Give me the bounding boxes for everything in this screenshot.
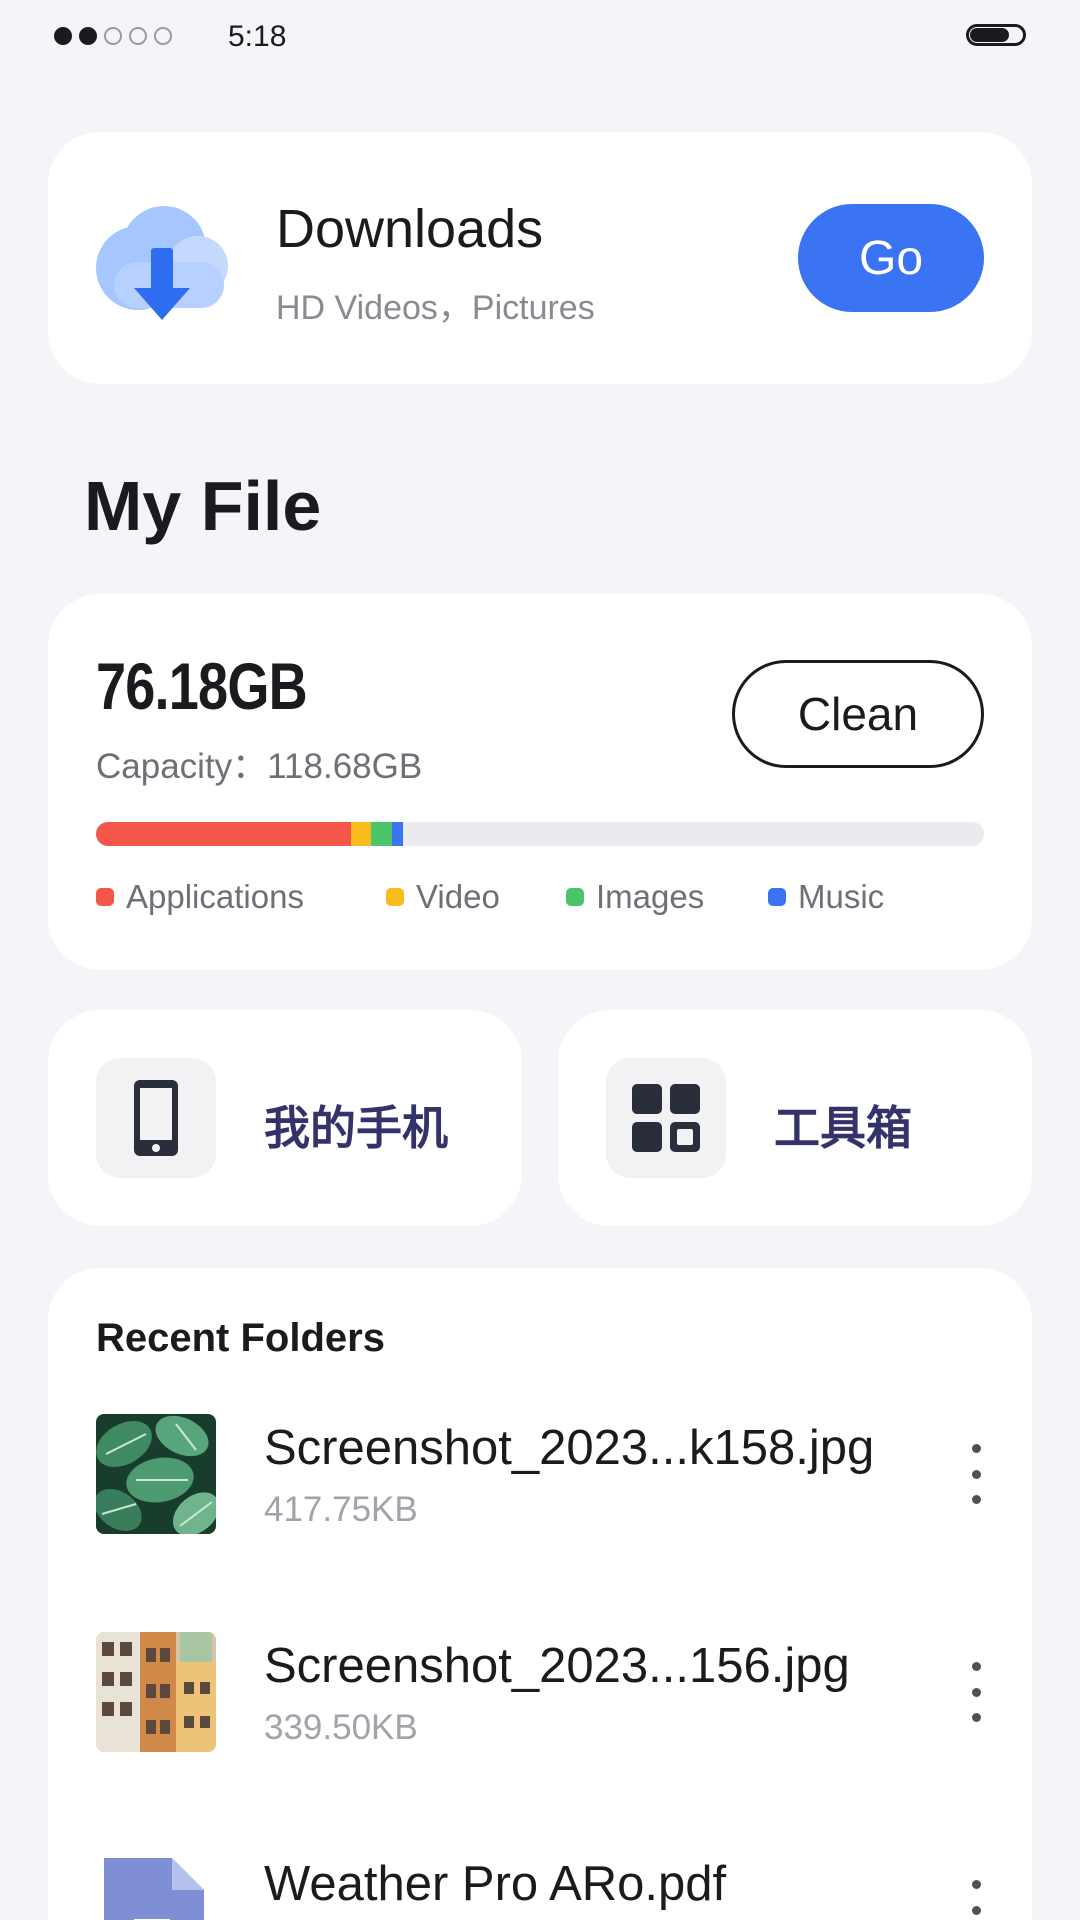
storage-used: 76.18GB: [96, 649, 308, 723]
signal-dot: [129, 27, 147, 45]
file-size: 339.50KB: [264, 1708, 418, 1747]
more-options-icon[interactable]: [956, 1444, 996, 1504]
legend-label: Music: [798, 878, 885, 915]
document-icon: [96, 1850, 216, 1920]
recent-folders-title: Recent Folders: [96, 1316, 385, 1360]
file-name: Screenshot_2023...156.jpg: [264, 1639, 850, 1693]
tile-icon-box: [606, 1058, 726, 1178]
legend-dot: [386, 888, 404, 906]
storage-capacity: Capacity：118.68GB: [96, 747, 423, 786]
list-item[interactable]: Screenshot_2023...k158.jpg 417.75KB: [48, 1414, 1032, 1544]
storage-legend: Applications Video Images Music: [96, 878, 984, 922]
leaves-thumbnail: [96, 1414, 216, 1534]
more-options-icon[interactable]: [956, 1662, 996, 1722]
go-button[interactable]: Go: [798, 204, 984, 312]
downloads-title: Downloads: [276, 199, 544, 259]
legend-label: Video: [416, 878, 500, 915]
storage-usage-bar: [96, 822, 984, 846]
my-phone-label: 我的手机: [264, 1101, 448, 1155]
signal-dot: [79, 27, 97, 45]
signal-dot: [154, 27, 172, 45]
file-name: Weather Pro ARo.pdf: [264, 1857, 727, 1911]
buildings-thumbnail: [96, 1632, 216, 1752]
legend-label: Images: [596, 878, 705, 915]
signal-strength-icon: [54, 27, 172, 45]
clean-button[interactable]: Clean: [732, 660, 984, 768]
downloads-card[interactable]: Downloads HD Videos，Pictures Go: [48, 132, 1032, 384]
page-title: My File: [84, 467, 322, 545]
storage-segment-video: [350, 822, 372, 846]
legend-item-images: Images: [566, 878, 704, 916]
storage-segment-applications: [96, 822, 351, 846]
legend-dot: [96, 888, 114, 906]
battery-level: [970, 28, 1009, 42]
legend-item-applications: Applications: [96, 878, 304, 916]
file-size: 417.75KB: [264, 1490, 418, 1529]
list-item[interactable]: Screenshot_2023...156.jpg 339.50KB: [48, 1632, 1032, 1762]
legend-dot: [566, 888, 584, 906]
storage-card: 76.18GB Capacity：118.68GB Clean Applicat…: [48, 594, 1032, 970]
toolbox-tile[interactable]: 工具箱: [558, 1010, 1032, 1226]
tile-icon-box: [96, 1058, 216, 1178]
downloads-subtitle: HD Videos，Pictures: [276, 289, 595, 327]
cloud-download-icon: [96, 206, 228, 320]
file-name: Screenshot_2023...k158.jpg: [264, 1421, 875, 1475]
more-options-icon[interactable]: [956, 1880, 996, 1920]
list-item[interactable]: Weather Pro ARo.pdf: [48, 1850, 1032, 1920]
signal-dot: [54, 27, 72, 45]
legend-dot: [768, 888, 786, 906]
legend-item-music: Music: [768, 878, 884, 916]
my-phone-tile[interactable]: 我的手机: [48, 1010, 522, 1226]
toolbox-grid-icon: [632, 1084, 700, 1152]
battery-icon: [966, 24, 1026, 46]
legend-label: Applications: [126, 878, 304, 915]
storage-segment-images: [371, 822, 392, 846]
storage-segment-music: [391, 822, 404, 846]
signal-dot: [104, 27, 122, 45]
toolbox-label: 工具箱: [774, 1101, 912, 1155]
recent-folders-card: Recent Folders Screenshot_2023...k158.jp…: [48, 1268, 1032, 1920]
legend-item-video: Video: [386, 878, 500, 916]
status-time: 5:18: [228, 20, 287, 53]
phone-icon: [134, 1080, 178, 1156]
status-bar: 5:18: [0, 0, 1080, 72]
